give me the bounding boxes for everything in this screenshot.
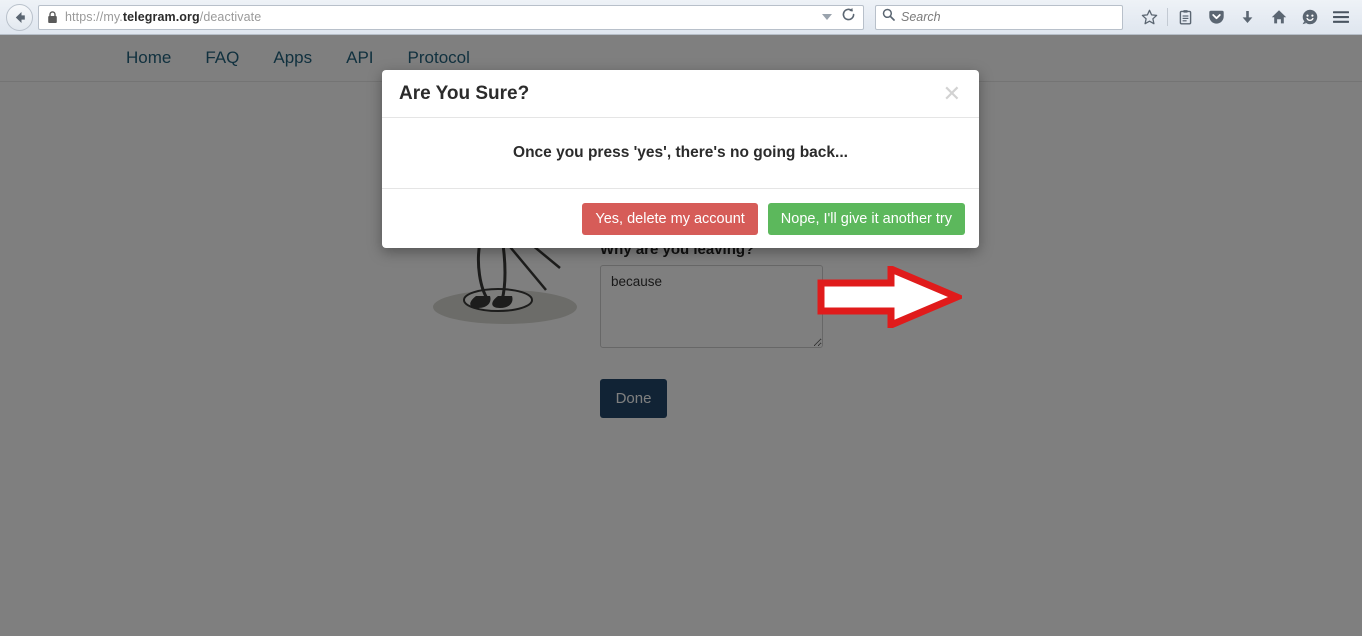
- dialog-title: Are You Sure?: [399, 82, 530, 104]
- browser-toolbar: https://my.telegram.org/deactivate: [0, 0, 1362, 35]
- toolbar-divider: [1167, 8, 1168, 26]
- home-icon[interactable]: [1263, 4, 1294, 31]
- hamburger-menu-icon[interactable]: [1325, 4, 1356, 31]
- browser-toolbar-icons: [1134, 4, 1356, 31]
- address-bar[interactable]: https://my.telegram.org/deactivate: [38, 4, 864, 30]
- confirm-dialog: Are You Sure? ✕ Once you press 'yes', th…: [382, 70, 979, 328]
- close-icon[interactable]: ✕: [941, 82, 963, 105]
- cancel-delete-button[interactable]: Nope, I'll give it another try: [767, 202, 965, 235]
- download-arrow-icon[interactable]: [1232, 4, 1263, 31]
- search-icon: [882, 8, 895, 26]
- url-text: https://my.telegram.org/deactivate: [65, 10, 822, 24]
- dialog-body: Once you press 'yes', there's no going b…: [382, 118, 979, 189]
- dialog-footer: Yes, delete my account Nope, I'll give i…: [382, 189, 979, 248]
- confirm-delete-button[interactable]: Yes, delete my account: [582, 202, 758, 235]
- back-button[interactable]: [6, 3, 33, 31]
- dialog-message: Once you press 'yes', there's no going b…: [513, 144, 848, 161]
- url-path: /deactivate: [199, 10, 262, 24]
- dialog-header: Are You Sure? ✕: [382, 70, 979, 118]
- reload-icon[interactable]: [841, 7, 856, 27]
- lock-icon: [47, 10, 58, 24]
- url-scheme: https://my.: [65, 10, 123, 24]
- reading-list-icon[interactable]: [1170, 4, 1201, 31]
- search-input[interactable]: [901, 10, 1116, 24]
- caret-down-icon[interactable]: [822, 14, 832, 20]
- browser-search-bar[interactable]: [875, 4, 1123, 30]
- pocket-shield-icon[interactable]: [1201, 4, 1232, 31]
- bookmark-star-icon[interactable]: [1134, 4, 1165, 31]
- url-domain: telegram.org: [122, 10, 200, 24]
- smiley-feedback-icon[interactable]: [1294, 4, 1325, 31]
- back-icon: [15, 11, 25, 23]
